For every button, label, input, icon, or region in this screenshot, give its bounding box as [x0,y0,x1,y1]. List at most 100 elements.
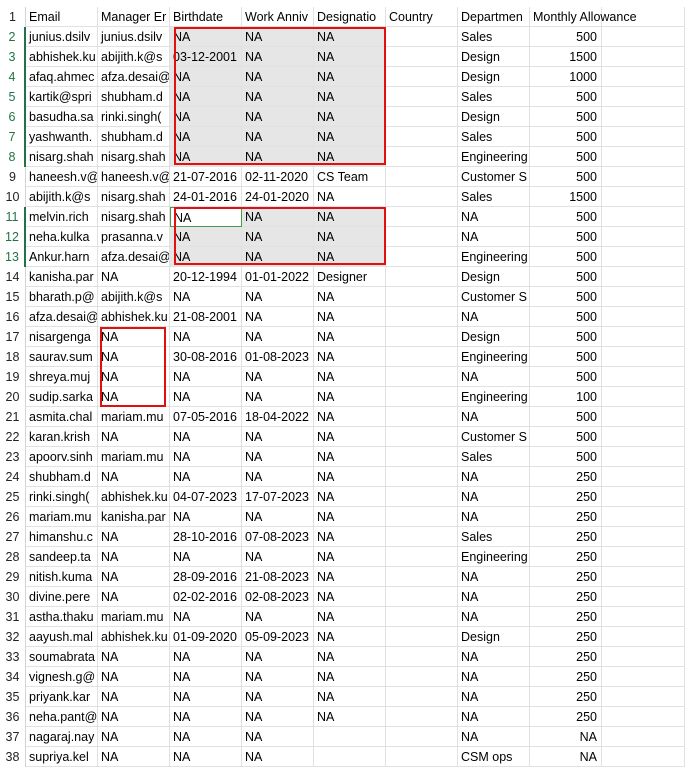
table-cell[interactable]: NA [314,467,386,487]
table-cell[interactable]: Engineering [458,247,530,267]
table-cell[interactable]: 250 [530,547,602,567]
table-cell[interactable]: 18-04-2022 [242,407,314,427]
table-cell[interactable]: Engineering [458,547,530,567]
table-cell[interactable] [314,727,386,747]
table-cell[interactable]: Customer S [458,287,530,307]
table-cell[interactable]: Customer S [458,167,530,187]
table-cell[interactable]: NA [98,547,170,567]
table-cell[interactable]: NA [314,87,386,107]
table-cell[interactable]: NA [314,627,386,647]
table-cell[interactable] [386,567,458,587]
table-cell[interactable] [386,147,458,167]
table-cell[interactable] [386,367,458,387]
row-number[interactable]: 3 [0,47,26,67]
header-cell[interactable]: Departmen [458,7,530,27]
table-cell[interactable]: Customer S [458,427,530,447]
table-cell[interactable]: 24-01-2016 [170,187,242,207]
table-cell[interactable] [602,47,685,67]
table-cell[interactable]: NA [458,407,530,427]
row-number[interactable]: 38 [0,747,26,767]
table-cell[interactable]: NA [458,647,530,667]
table-cell[interactable]: abhishek.ku [98,487,170,507]
table-cell[interactable]: NA [530,747,602,767]
table-cell[interactable]: shubham.d [98,127,170,147]
table-cell[interactable]: NA [242,367,314,387]
table-cell[interactable]: 250 [530,607,602,627]
table-cell[interactable]: aayush.mal [26,627,98,647]
row-number[interactable]: 29 [0,567,26,587]
table-cell[interactable]: Ankur.harn [26,247,98,267]
table-cell[interactable]: NA [314,307,386,327]
table-cell[interactable]: nisarg.shah [98,187,170,207]
table-cell[interactable] [386,307,458,327]
table-cell[interactable]: Sales [458,447,530,467]
table-cell[interactable] [602,447,685,467]
table-cell[interactable] [602,67,685,87]
table-cell[interactable]: abhishek.ku [98,307,170,327]
header-cell[interactable]: Birthdate [170,7,242,27]
table-cell[interactable] [386,387,458,407]
table-cell[interactable] [602,487,685,507]
table-cell[interactable]: 500 [530,87,602,107]
table-cell[interactable]: 100 [530,387,602,407]
table-cell[interactable]: Design [458,47,530,67]
table-cell[interactable]: bharath.p@ [26,287,98,307]
table-cell[interactable]: NA [242,687,314,707]
table-cell[interactable] [602,707,685,727]
table-cell[interactable]: 500 [530,407,602,427]
row-number[interactable]: 17 [0,327,26,347]
table-cell[interactable]: afaq.ahmec [26,67,98,87]
table-cell[interactable] [386,727,458,747]
table-cell[interactable]: 500 [530,267,602,287]
table-cell[interactable]: himanshu.c [26,527,98,547]
table-cell[interactable] [386,707,458,727]
table-cell[interactable]: 500 [530,427,602,447]
header-cell[interactable]: Country [386,7,458,27]
table-cell[interactable]: NA [242,27,314,47]
table-cell[interactable] [602,147,685,167]
table-cell[interactable] [386,507,458,527]
table-cell[interactable]: NA [170,547,242,567]
table-cell[interactable]: abijith.k@s [98,47,170,67]
table-cell[interactable]: NA [242,507,314,527]
table-cell[interactable] [386,287,458,307]
table-cell[interactable]: abhishek.ku [26,47,98,67]
table-cell[interactable]: abijith.k@s [26,187,98,207]
table-cell[interactable]: NA [170,207,242,227]
table-cell[interactable]: NA [98,707,170,727]
table-cell[interactable] [602,87,685,107]
table-cell[interactable]: NA [458,727,530,747]
table-cell[interactable] [314,747,386,767]
table-cell[interactable]: kanisha.par [98,507,170,527]
table-cell[interactable] [386,187,458,207]
table-cell[interactable]: NA [314,567,386,587]
row-number[interactable]: 14 [0,267,26,287]
row-number[interactable]: 35 [0,687,26,707]
table-cell[interactable]: NA [98,367,170,387]
table-cell[interactable]: NA [458,567,530,587]
table-cell[interactable]: NA [314,647,386,667]
table-cell[interactable]: 05-09-2023 [242,627,314,647]
table-cell[interactable]: 250 [530,527,602,547]
table-cell[interactable]: NA [242,107,314,127]
row-number[interactable]: 6 [0,107,26,127]
row-number[interactable]: 19 [0,367,26,387]
table-cell[interactable]: kartik@spri [26,87,98,107]
table-cell[interactable]: NA [170,27,242,47]
table-cell[interactable]: sudip.sarka [26,387,98,407]
table-cell[interactable]: 500 [530,207,602,227]
row-number[interactable]: 1 [0,7,26,27]
table-cell[interactable] [386,647,458,667]
table-cell[interactable] [602,287,685,307]
header-cell[interactable]: Monthly Allowance [530,7,637,27]
table-cell[interactable]: NA [170,667,242,687]
header-cell[interactable]: Work Anniv [242,7,314,27]
table-cell[interactable]: Design [458,267,530,287]
table-cell[interactable]: shreya.muj [26,367,98,387]
table-cell[interactable]: NA [170,447,242,467]
table-cell[interactable]: 24-01-2020 [242,187,314,207]
table-cell[interactable] [386,347,458,367]
table-cell[interactable] [602,467,685,487]
table-cell[interactable] [602,307,685,327]
table-cell[interactable]: 250 [530,627,602,647]
